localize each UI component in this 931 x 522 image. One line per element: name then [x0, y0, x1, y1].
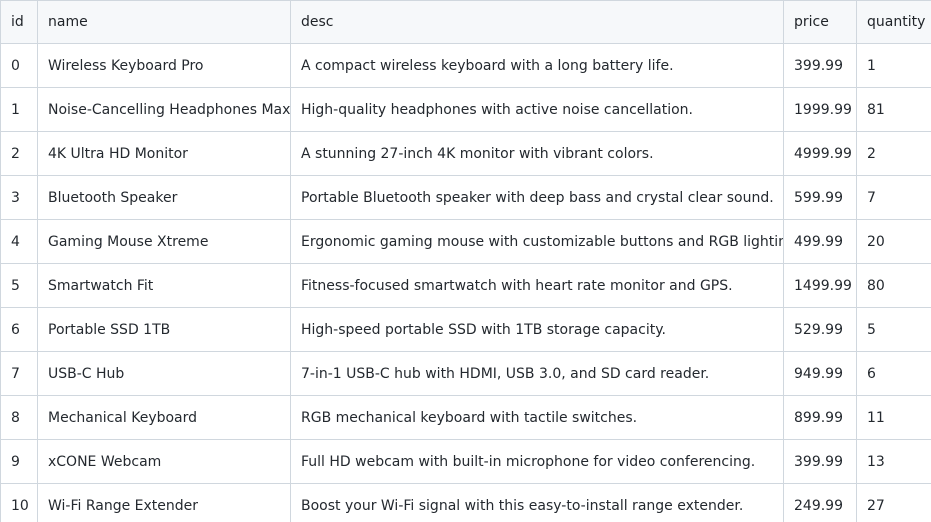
- column-header-price[interactable]: price: [783, 0, 857, 44]
- cell-price: 1499.99: [783, 263, 857, 308]
- cell-id: 7: [0, 351, 38, 396]
- cell-desc: High-quality headphones with active nois…: [290, 87, 784, 132]
- cell-id: 4: [0, 219, 38, 264]
- cell-name: Gaming Mouse Xtreme: [37, 219, 291, 264]
- cell-quantity: 5: [856, 307, 931, 352]
- cell-quantity: 7: [856, 175, 931, 220]
- cell-quantity: 20: [856, 219, 931, 264]
- cell-id: 6: [0, 307, 38, 352]
- cell-price: 4999.99: [783, 131, 857, 176]
- cell-name: 4K Ultra HD Monitor: [37, 131, 291, 176]
- cell-price: 899.99: [783, 395, 857, 440]
- cell-desc: High-speed portable SSD with 1TB storage…: [290, 307, 784, 352]
- cell-id: 5: [0, 263, 38, 308]
- cell-quantity: 2: [856, 131, 931, 176]
- cell-desc: A stunning 27-inch 4K monitor with vibra…: [290, 131, 784, 176]
- cell-price: 399.99: [783, 43, 857, 88]
- cell-quantity: 80: [856, 263, 931, 308]
- cell-id: 3: [0, 175, 38, 220]
- cell-price: 249.99: [783, 483, 857, 522]
- table-row[interactable]: 9 xCONE Webcam Full HD webcam with built-i…: [0, 439, 931, 484]
- cell-quantity: 6: [856, 351, 931, 396]
- cell-id: 2: [0, 131, 38, 176]
- column-header-id[interactable]: id: [0, 0, 38, 44]
- products-table-container: id name desc price quantity 0 Wireless Ke…: [0, 0, 931, 522]
- cell-id: 0: [0, 43, 38, 88]
- table-row[interactable]: 7 USB-C Hub 7-in-1 USB-C hub with HDMI, US…: [0, 351, 931, 396]
- products-table: id name desc price quantity 0 Wireless Ke…: [0, 0, 931, 522]
- cell-name: Mechanical Keyboard: [37, 395, 291, 440]
- table-row[interactable]: 1 Noise-Cancelling Headphones Max High-qua…: [0, 87, 931, 132]
- cell-name: Noise-Cancelling Headphones Max: [37, 87, 291, 132]
- cell-name: USB-C Hub: [37, 351, 291, 396]
- cell-price: 499.99: [783, 219, 857, 264]
- table-row[interactable]: 3 Bluetooth Speaker Portable Bluetooth spe…: [0, 175, 931, 220]
- cell-price: 1999.99: [783, 87, 857, 132]
- column-header-name[interactable]: name: [37, 0, 291, 44]
- cell-price: 949.99: [783, 351, 857, 396]
- cell-id: 1: [0, 87, 38, 132]
- cell-price: 599.99: [783, 175, 857, 220]
- table-row[interactable]: 5 Smartwatch Fit Fitness-focused smartwatc…: [0, 263, 931, 308]
- cell-id: 9: [0, 439, 38, 484]
- cell-desc: Boost your Wi-Fi signal with this easy-t…: [290, 483, 784, 522]
- table-row[interactable]: 10 Wi-Fi Range Extender Boost your Wi-Fi s…: [0, 483, 931, 522]
- cell-quantity: 13: [856, 439, 931, 484]
- cell-quantity: 11: [856, 395, 931, 440]
- cell-price: 529.99: [783, 307, 857, 352]
- table-row[interactable]: 8 Mechanical Keyboard RGB mechanical keybo…: [0, 395, 931, 440]
- cell-name: Portable SSD 1TB: [37, 307, 291, 352]
- header-row: id name desc price quantity: [0, 0, 931, 44]
- cell-quantity: 27: [856, 483, 931, 522]
- cell-name: Bluetooth Speaker: [37, 175, 291, 220]
- cell-desc: A compact wireless keyboard with a long …: [290, 43, 784, 88]
- cell-desc: RGB mechanical keyboard with tactile swi…: [290, 395, 784, 440]
- table-row[interactable]: 0 Wireless Keyboard Pro A compact wireless…: [0, 43, 931, 88]
- cell-desc: Full HD webcam with built-in microphone …: [290, 439, 784, 484]
- table-row[interactable]: 4 Gaming Mouse Xtreme Ergonomic gaming mou…: [0, 219, 931, 264]
- cell-desc: Ergonomic gaming mouse with customizable…: [290, 219, 784, 264]
- cell-name: Wi-Fi Range Extender: [37, 483, 291, 522]
- table-row[interactable]: 6 Portable SSD 1TB High-speed portable SSD…: [0, 307, 931, 352]
- cell-price: 399.99: [783, 439, 857, 484]
- cell-quantity: 1: [856, 43, 931, 88]
- cell-id: 8: [0, 395, 38, 440]
- cell-name: Smartwatch Fit: [37, 263, 291, 308]
- table-row[interactable]: 2 4K Ultra HD Monitor A stunning 27-inch 4…: [0, 131, 931, 176]
- table-header: id name desc price quantity: [0, 0, 931, 44]
- cell-name: Wireless Keyboard Pro: [37, 43, 291, 88]
- cell-desc: Fitness-focused smartwatch with heart ra…: [290, 263, 784, 308]
- column-header-desc[interactable]: desc: [290, 0, 784, 44]
- cell-desc: Portable Bluetooth speaker with deep bas…: [290, 175, 784, 220]
- cell-quantity: 81: [856, 87, 931, 132]
- column-header-quantity[interactable]: quantity: [856, 0, 931, 44]
- cell-name: xCONE Webcam: [37, 439, 291, 484]
- cell-desc: 7-in-1 USB-C hub with HDMI, USB 3.0, and…: [290, 351, 784, 396]
- table-body: 0 Wireless Keyboard Pro A compact wireless…: [0, 43, 931, 522]
- cell-id: 10: [0, 483, 38, 522]
